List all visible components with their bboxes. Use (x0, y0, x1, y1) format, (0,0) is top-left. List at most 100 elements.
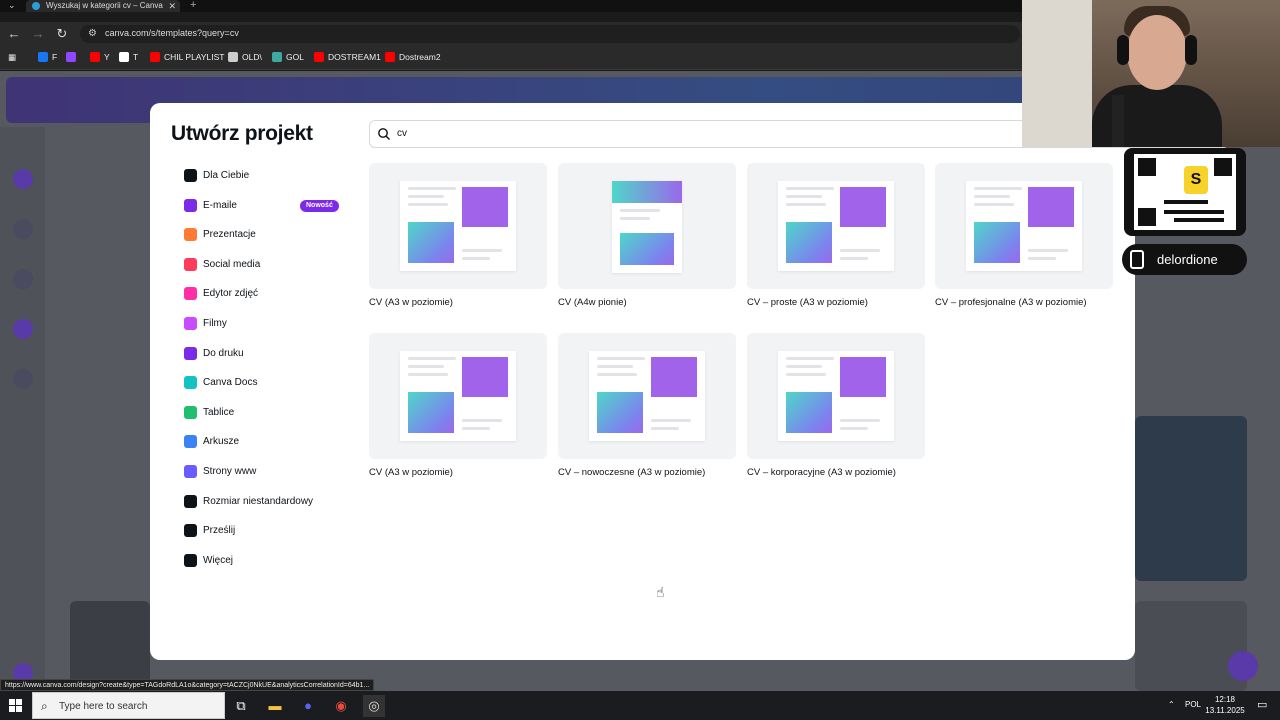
template-card[interactable] (747, 163, 925, 289)
thumbnail-line (651, 427, 679, 430)
taskbar-search[interactable]: ⌕ Type here to search (32, 692, 225, 719)
thumbnail-line (620, 217, 650, 220)
menu-item-label: Do druku (203, 347, 244, 359)
bookmark-item[interactable]: Dostream2 (385, 52, 441, 62)
background-card (70, 601, 150, 691)
bookmark-label: GOL (286, 52, 304, 62)
thumbnail-block (840, 357, 886, 397)
back-arrow-icon[interactable]: ← (6, 26, 22, 42)
thumbnail-line (597, 373, 637, 376)
menu-item-strony-www[interactable]: Strony www (180, 462, 350, 482)
menu-item-label: Edytor zdjęć (203, 288, 259, 300)
chrome-icon[interactable]: ◉ (330, 695, 352, 717)
template-card[interactable] (558, 163, 736, 289)
forward-arrow-icon[interactable]: → (30, 26, 46, 42)
thumbnail-block (620, 233, 674, 265)
template-card[interactable] (747, 333, 925, 459)
thumbnail-line (408, 365, 444, 368)
apps-grid-icon[interactable]: ▦ (8, 52, 16, 63)
menu-item-edytor-zdj-[interactable]: Edytor zdjęć (180, 284, 350, 304)
template-caption[interactable]: CV – profesjonalne (A3 w poziomie) (935, 297, 1087, 308)
template-caption[interactable]: CV (A3 w poziomie) (369, 297, 453, 308)
bookmark-item[interactable]: CHIL PLAYLIST (150, 52, 224, 62)
template-caption[interactable]: CV – korporacyjne (A3 w poziomie) (747, 467, 896, 478)
bookmark-label: Y (104, 52, 110, 62)
discord-icon[interactable]: ● (297, 695, 319, 717)
thumbnail-block (612, 181, 682, 203)
qr-module (1164, 210, 1224, 214)
template-caption[interactable]: CV – proste (A3 w poziomie) (747, 297, 868, 308)
thumbnail-line (974, 195, 1010, 198)
thumbnail-block (408, 392, 454, 433)
menu-item-dla-ciebie[interactable]: Dla Ciebie (180, 166, 350, 186)
microphone-icon (1112, 95, 1124, 147)
youtube-icon (314, 52, 324, 62)
twitch-icon (66, 52, 76, 62)
template-caption[interactable]: CV (A3 w poziomie) (369, 467, 453, 478)
video-icon (184, 317, 197, 330)
tab-search-icon[interactable]: ⌄ (8, 0, 16, 11)
windows-taskbar: ⌕ Type here to search ⧉ ▬ ● ◉ ◎ ⌃ POL 12… (0, 691, 1280, 720)
menu-item-rozmiar-niestandardowy[interactable]: Rozmiar niestandardowy (180, 492, 350, 512)
thumbnail-block (786, 222, 832, 263)
template-card[interactable] (935, 163, 1113, 289)
windows-start-icon[interactable] (9, 699, 22, 712)
qr-finder (1138, 208, 1156, 226)
bookmark-item[interactable]: GOL (272, 52, 304, 62)
task-view-icon[interactable]: ⧉ (230, 695, 252, 717)
menu-item-social-media[interactable]: Social media (180, 255, 350, 275)
custom-size-icon (184, 494, 197, 508)
search-icon (378, 128, 390, 140)
menu-item-wi-cej[interactable]: Więcej (180, 551, 350, 571)
language-indicator[interactable]: POL (1185, 700, 1201, 709)
bookmark-label: Dostream2 (399, 52, 441, 62)
taskbar-clock[interactable]: 12:18 13.11.2025 (1205, 694, 1245, 716)
bookmark-item[interactable]: T (119, 52, 138, 62)
tray-chevron-icon[interactable]: ⌃ (1168, 700, 1175, 709)
bookmark-item[interactable]: DOSTREAM1 (314, 52, 381, 62)
menu-item-prze-lij[interactable]: Prześlij (180, 521, 350, 541)
thumbnail-line (408, 373, 448, 376)
template-caption[interactable]: CV – nowoczesne (A3 w poziomie) (558, 467, 705, 478)
rail-dot (13, 269, 33, 289)
printer-icon (184, 346, 197, 360)
template-thumbnail (400, 181, 516, 271)
url-input[interactable]: ⚙ canva.com/s/templates?query=cv (80, 25, 1020, 43)
menu-item-e-maile[interactable]: E-maile Nowość (180, 196, 350, 216)
menu-item-label: Prześlij (203, 525, 236, 537)
template-card[interactable] (369, 163, 547, 289)
menu-item-canva-docs[interactable]: Canva Docs (180, 373, 350, 393)
menu-item-filmy[interactable]: Filmy (180, 314, 350, 334)
template-caption[interactable]: CV (A4w pionie) (558, 297, 627, 308)
template-card[interactable] (369, 333, 547, 459)
thumbnail-line (786, 203, 826, 206)
more-icon (184, 553, 197, 567)
menu-item-tablice[interactable]: Tablice (180, 403, 350, 423)
bookmark-item[interactable]: Y (90, 52, 110, 62)
site-info-icon[interactable]: ⚙ (88, 28, 97, 39)
notifications-icon[interactable]: ▭ (1257, 698, 1267, 711)
background-left-rail (0, 127, 45, 691)
menu-item-arkusze[interactable]: Arkusze (180, 432, 350, 452)
template-card[interactable] (558, 333, 736, 459)
bookmark-item[interactable]: F (38, 52, 57, 62)
new-tab-icon[interactable]: + (190, 0, 196, 11)
obs-icon[interactable]: ◎ (363, 695, 385, 717)
website-icon (184, 465, 197, 478)
thumbnail-line (408, 195, 444, 198)
tab-close-icon[interactable]: ✕ (168, 0, 176, 12)
reload-icon[interactable]: ↻ (54, 26, 70, 42)
browser-tab-active[interactable]: Wyszukaj w kategorii cv – Canva ✕ (26, 0, 180, 12)
template-thumbnail (778, 181, 894, 271)
thumbnail-line (786, 373, 826, 376)
thumbnail-block (408, 222, 454, 263)
menu-item-do-druku[interactable]: Do druku (180, 344, 350, 364)
bookmark-item[interactable] (66, 52, 80, 62)
file-explorer-icon[interactable]: ▬ (264, 695, 286, 717)
template-thumbnail (400, 351, 516, 441)
webcam-head (1127, 15, 1187, 90)
menu-item-label: Tablice (203, 406, 235, 418)
menu-item-prezentacje[interactable]: Prezentacje (180, 225, 350, 245)
bookmark-item[interactable]: OLD\ (228, 52, 262, 62)
thumbnail-line (840, 419, 880, 422)
